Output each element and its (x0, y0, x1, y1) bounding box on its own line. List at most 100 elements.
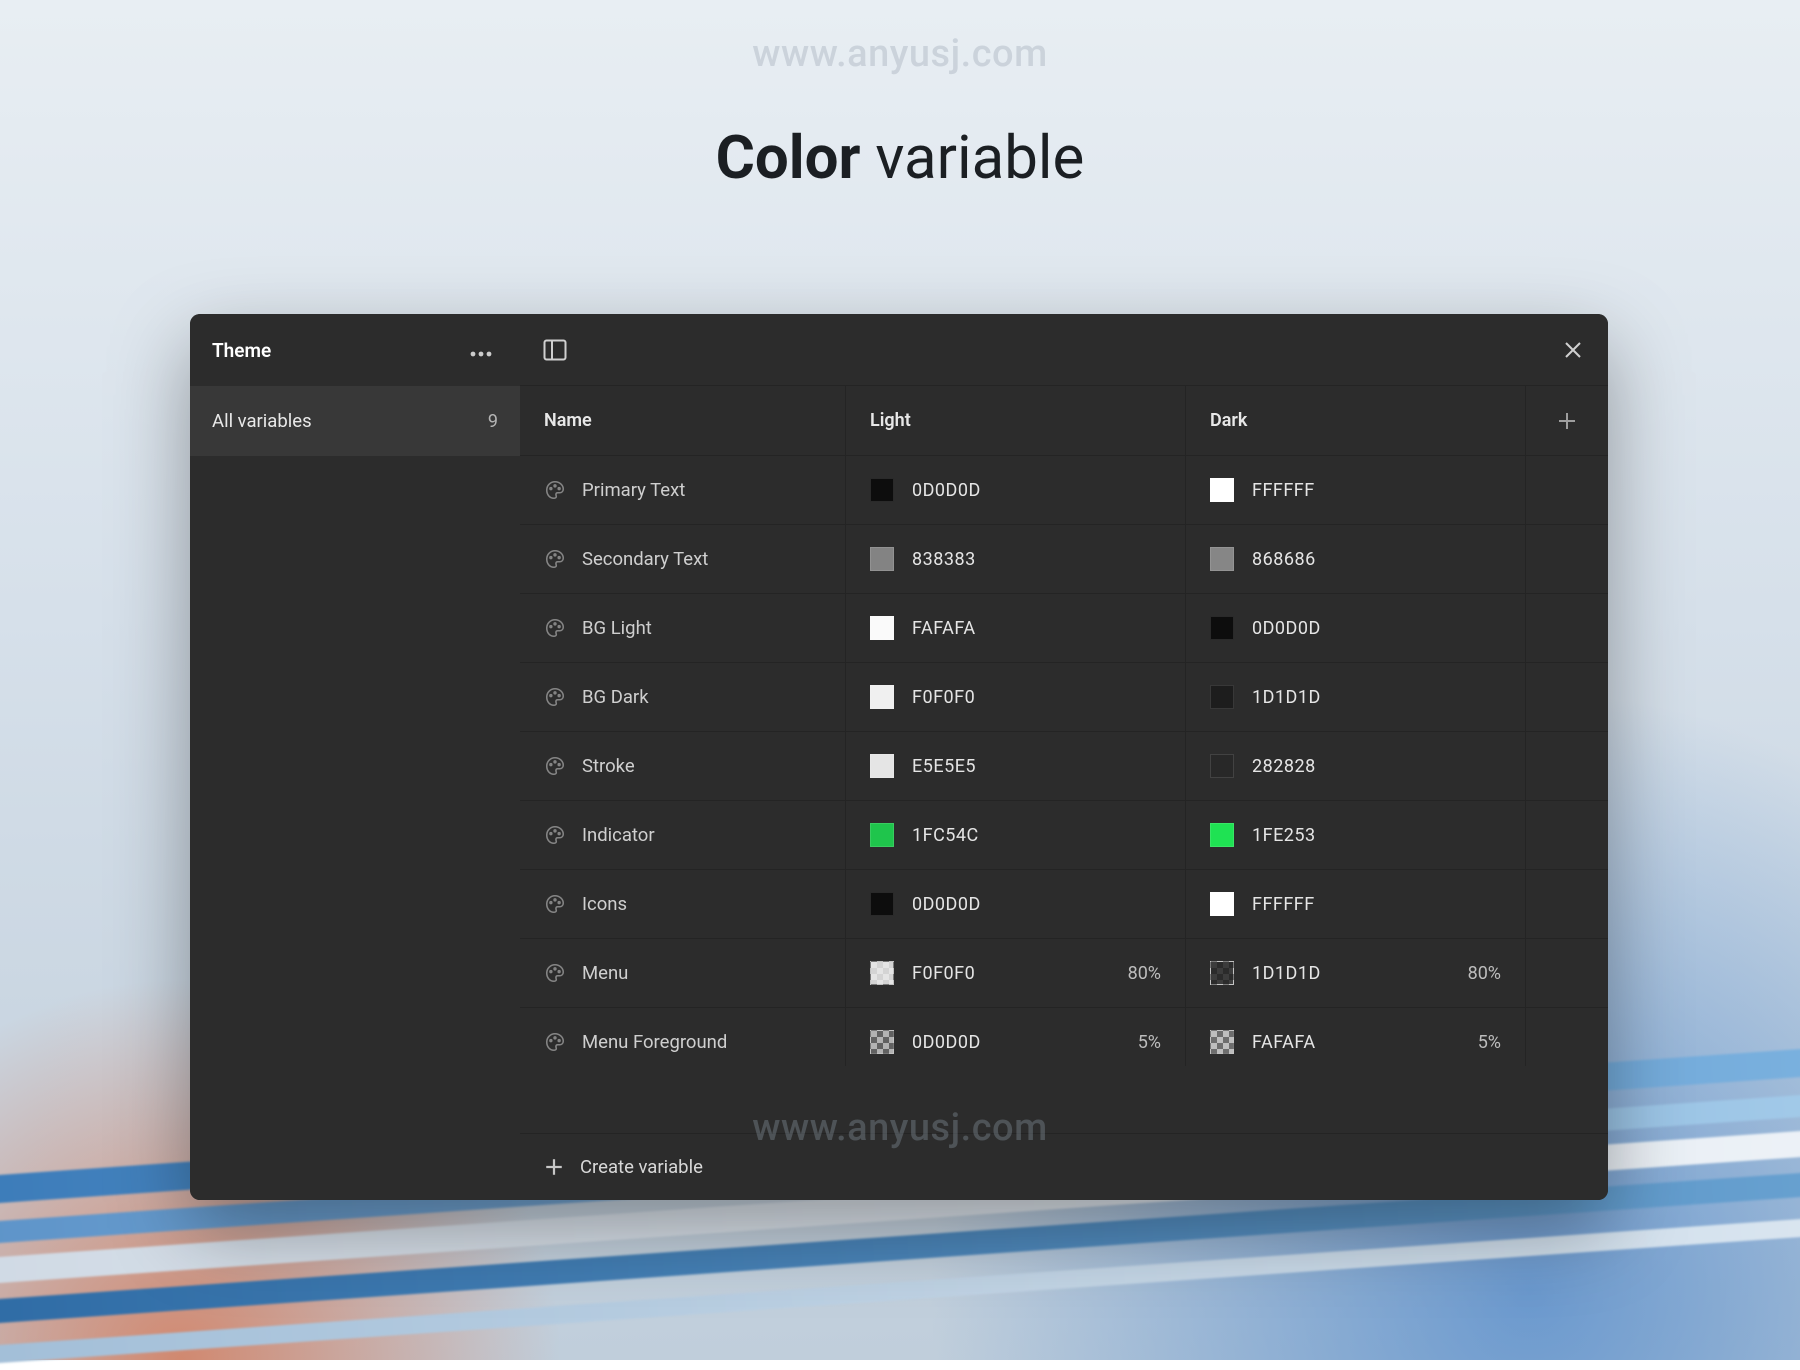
hex-value: F0F0F0 (912, 687, 975, 708)
cell-name[interactable]: BG Light (520, 594, 846, 662)
create-variable-label: Create variable (580, 1156, 703, 1178)
cell-trailing (1526, 939, 1608, 1007)
sidebar-item-all-variables[interactable]: All variables 9 (190, 386, 520, 456)
cell-trailing (1526, 456, 1608, 524)
variable-name: BG Light (582, 617, 652, 639)
columns-header: Name Light Dark (520, 386, 1608, 456)
color-swatch (870, 1030, 894, 1054)
color-swatch (870, 547, 894, 571)
cell-light[interactable]: FAFAFA (846, 594, 1186, 662)
close-icon (1563, 340, 1583, 360)
cell-dark[interactable]: 1D1D1D80% (1186, 939, 1526, 1007)
hex-value: 0D0D0D (912, 894, 981, 915)
opacity-value: 80% (1128, 963, 1161, 984)
table-row: Primary Text 0D0D0D FFFFFF (520, 456, 1608, 525)
hex-value: 0D0D0D (912, 480, 981, 501)
main-area: Name Light Dark Primary Text 0D0D0D FFFFFF… (520, 314, 1608, 1200)
color-swatch (1210, 892, 1234, 916)
palette-icon (544, 548, 566, 570)
cell-trailing (1526, 663, 1608, 731)
hex-value: FAFAFA (912, 618, 976, 639)
sidebar-item-count: 9 (488, 411, 498, 432)
variable-name: Primary Text (582, 479, 685, 501)
palette-icon (544, 962, 566, 984)
cell-dark[interactable]: 282828 (1186, 732, 1526, 800)
cell-dark[interactable]: FFFFFF (1186, 870, 1526, 938)
hex-value: 868686 (1252, 549, 1316, 570)
empty-row (520, 1066, 1608, 1134)
color-swatch (1210, 1030, 1234, 1054)
cell-light[interactable]: F0F0F0 (846, 663, 1186, 731)
hex-value: FFFFFF (1252, 894, 1315, 915)
color-swatch (870, 616, 894, 640)
table-row: Secondary Text 838383 868686 (520, 525, 1608, 594)
cell-dark[interactable]: 0D0D0D (1186, 594, 1526, 662)
color-swatch (870, 478, 894, 502)
color-swatch (1210, 754, 1234, 778)
color-swatch (1210, 547, 1234, 571)
palette-icon (544, 479, 566, 501)
opacity-value: 5% (1138, 1032, 1161, 1053)
variable-name: Indicator (582, 824, 655, 846)
more-options-button[interactable] (464, 332, 498, 368)
cell-dark[interactable]: 1FE253 (1186, 801, 1526, 869)
cell-dark[interactable]: FFFFFF (1186, 456, 1526, 524)
palette-icon (544, 824, 566, 846)
color-swatch (870, 754, 894, 778)
hex-value: 1D1D1D (1252, 687, 1321, 708)
cell-light[interactable]: 838383 (846, 525, 1186, 593)
color-swatch (870, 685, 894, 709)
rows-container: Primary Text 0D0D0D FFFFFF Secondary Text 83… (520, 456, 1608, 1066)
palette-icon (544, 755, 566, 777)
cell-name[interactable]: Secondary Text (520, 525, 846, 593)
cell-name[interactable]: Primary Text (520, 456, 846, 524)
cell-name[interactable]: BG Dark (520, 663, 846, 731)
close-button[interactable] (1560, 337, 1586, 363)
variable-name: Stroke (582, 755, 635, 777)
color-swatch (870, 961, 894, 985)
sidebar: Theme All variables 9 (190, 314, 520, 1200)
cell-name[interactable]: Menu (520, 939, 846, 1007)
cell-light[interactable]: F0F0F0 80% (846, 939, 1186, 1007)
cell-name[interactable]: Stroke (520, 732, 846, 800)
cell-light[interactable]: E5E5E5 (846, 732, 1186, 800)
cell-name[interactable]: Menu Foreground (520, 1008, 846, 1066)
palette-icon (544, 686, 566, 708)
cell-trailing (1526, 732, 1608, 800)
variable-name: BG Dark (582, 686, 649, 708)
variable-name: Secondary Text (582, 548, 708, 570)
cell-light[interactable]: 0D0D0D (846, 870, 1186, 938)
palette-icon (544, 1031, 566, 1053)
table-row: BG Dark F0F0F0 1D1D1D (520, 663, 1608, 732)
color-swatch (870, 892, 894, 916)
color-swatch (1210, 478, 1234, 502)
hex-value: F0F0F0 (912, 963, 975, 984)
cell-light[interactable]: 0D0D0D 5% (846, 1008, 1186, 1066)
hex-value: 1D1D1D (1252, 963, 1321, 984)
cell-light[interactable]: 1FC54C (846, 801, 1186, 869)
column-name: Name (520, 386, 846, 455)
hex-value: 838383 (912, 549, 976, 570)
cell-dark[interactable]: 868686 (1186, 525, 1526, 593)
hex-value: 282828 (1252, 756, 1316, 777)
cell-dark[interactable]: 1D1D1D (1186, 663, 1526, 731)
hex-value: 0D0D0D (912, 1032, 981, 1053)
variable-name: Menu (582, 962, 628, 984)
more-icon (470, 351, 492, 357)
column-dark[interactable]: Dark (1186, 386, 1526, 455)
table-row: Indicator 1FC54C 1FE253 (520, 801, 1608, 870)
panel-icon (543, 339, 567, 361)
color-swatch (1210, 961, 1234, 985)
cell-trailing (1526, 801, 1608, 869)
cell-light[interactable]: 0D0D0D (846, 456, 1186, 524)
column-light[interactable]: Light (846, 386, 1186, 455)
collection-name[interactable]: Theme (212, 339, 271, 362)
cell-dark[interactable]: FAFAFA5% (1186, 1008, 1526, 1066)
cell-name[interactable]: Indicator (520, 801, 846, 869)
create-variable-button[interactable]: Create variable (520, 1134, 1608, 1200)
sidebar-header: Theme (190, 314, 520, 386)
toggle-sidebar-button[interactable] (542, 337, 568, 363)
hex-value: 1FE253 (1252, 825, 1316, 846)
cell-name[interactable]: Icons (520, 870, 846, 938)
add-mode-button[interactable] (1526, 386, 1608, 455)
